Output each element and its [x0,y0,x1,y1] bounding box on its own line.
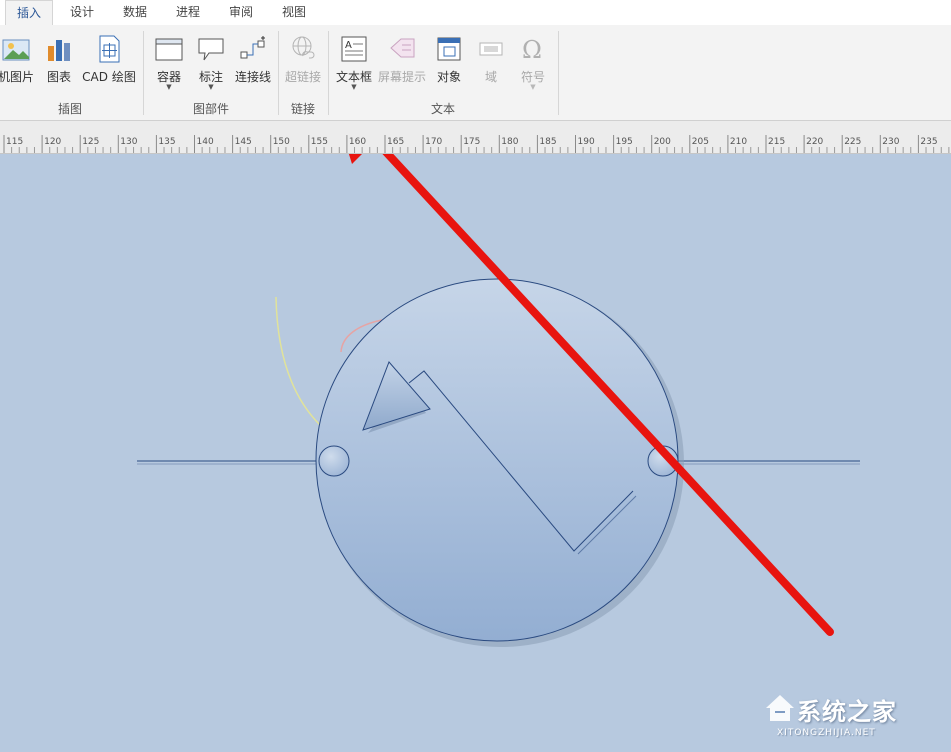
group-label-illustrations: 插图 [57,102,82,116]
ruler-label: 205 [691,137,709,147]
group-divider [328,31,329,115]
screentip-button[interactable]: 屏幕提示 [376,31,428,107]
connector-button[interactable]: 连接线 [232,31,274,107]
object-button[interactable]: 对象 [430,31,468,107]
hyperlink-label: 超链接 [284,70,321,84]
tab-data[interactable]: 数据 [111,0,159,25]
ruler-label: 150 [272,137,290,147]
ruler-label: 235 [920,137,938,147]
group-label-diagram-parts: 图部件 [192,102,229,116]
container-button[interactable]: 容器 ▼ [150,31,188,107]
chevron-down-icon: ▼ [166,83,172,91]
ribbon-panel: 机图片 图表 CAD 绘图 插图 容器 ▼ 标注 ▼ 连接线 图部件 超链接 链… [0,25,951,121]
tab-insert[interactable]: 插入 [5,0,53,26]
chart-label: 图表 [46,70,71,84]
ruler-label: 230 [882,137,900,147]
chart-button[interactable]: 图表 [42,31,76,107]
container-icon [155,38,183,61]
hyperlink-button[interactable]: 超链接 [282,31,324,107]
ruler-label: 155 [310,137,328,147]
tab-process[interactable]: 进程 [164,0,212,25]
diagram-svg [137,154,860,647]
field-button[interactable]: 域 [472,31,510,107]
ruler-label: 195 [615,137,633,147]
textbox-button[interactable]: A 文本框 ▼ [332,31,376,107]
faint-yellow-curve [275,296,321,426]
connector-icon [240,36,265,59]
ruler-label: 125 [82,137,100,147]
site-watermark: 系统之家 XITONGZHIJIA.NET [763,690,943,746]
online-picture-button[interactable]: 机图片 [0,31,38,107]
ruler-label: 120 [44,137,62,147]
house-logo-icon [766,695,794,721]
object-label: 对象 [436,70,461,84]
cad-icon [99,35,120,63]
ruler-label: 180 [501,137,519,147]
ruler-label: 190 [577,137,595,147]
group-divider [143,31,144,115]
ruler-label: 130 [120,137,138,147]
terminal-left[interactable] [318,445,350,477]
field-label: 域 [484,70,497,84]
globe-link-icon [292,36,315,59]
ruler-label: 170 [425,137,443,147]
chevron-down-icon: ▼ [208,83,214,91]
ruler-label: 200 [653,137,671,147]
watermark-url: XITONGZHIJIA.NET [777,728,876,738]
tab-review[interactable]: 审阅 [217,0,265,25]
cad-drawing-label: CAD 绘图 [82,70,136,84]
ruler-label: 160 [348,137,367,147]
ruler-label: 145 [234,137,252,147]
field-icon [479,42,503,56]
object-icon [437,37,461,61]
symbol-button[interactable]: Ω 符号 ▼ [514,31,552,107]
cad-drawing-button[interactable]: CAD 绘图 [80,31,138,107]
ruler-label: 225 [844,137,862,147]
callout-button[interactable]: 标注 ▼ [192,31,230,107]
ruler-label: 115 [6,137,24,147]
tab-design[interactable]: 设计 [58,0,106,25]
horizontal-ruler[interactable]: 115 120 125 130 135 140 145 150 155 160 165 170 175 1… [0,121,951,154]
wire-left[interactable] [137,460,319,465]
svg-text:A: A [345,40,352,51]
connector-label: 连接线 [234,70,271,84]
drawing-canvas[interactable]: 系统之家 XITONGZHIJIA.NET [0,154,951,752]
screentip-icon [390,38,415,58]
picture-icon [2,39,30,61]
bar-chart-icon [48,40,70,61]
ruler-label: 210 [729,137,748,147]
ruler-label: 220 [806,137,824,147]
group-label-links: 链接 [290,102,315,116]
online-picture-label: 机图片 [0,70,34,84]
wire-right[interactable] [674,460,860,465]
omega-icon: Ω [522,36,542,64]
group-divider [558,31,559,115]
ruler-label: 140 [196,137,214,147]
chevron-down-icon: ▼ [351,83,357,91]
svg-text:Ω: Ω [522,36,542,64]
switch-circle-shape[interactable] [315,278,679,642]
watermark-brand: 系统之家 [797,698,897,726]
group-divider [278,31,279,115]
ribbon-tab-bar: 插入 设计 数据 进程 审阅 视图 [0,0,951,26]
screentip-label: 屏幕提示 [377,70,426,84]
tab-view[interactable]: 视图 [270,0,318,25]
ruler-label: 175 [463,137,481,147]
chevron-down-icon: ▼ [530,83,536,91]
group-label-text: 文本 [430,102,455,116]
ruler-label: 135 [158,137,176,147]
callout-icon [198,38,224,61]
ruler-label: 185 [539,137,557,147]
ruler-label: 215 [768,137,786,147]
textbox-icon: A [341,36,367,62]
ruler-label: 165 [387,137,405,147]
